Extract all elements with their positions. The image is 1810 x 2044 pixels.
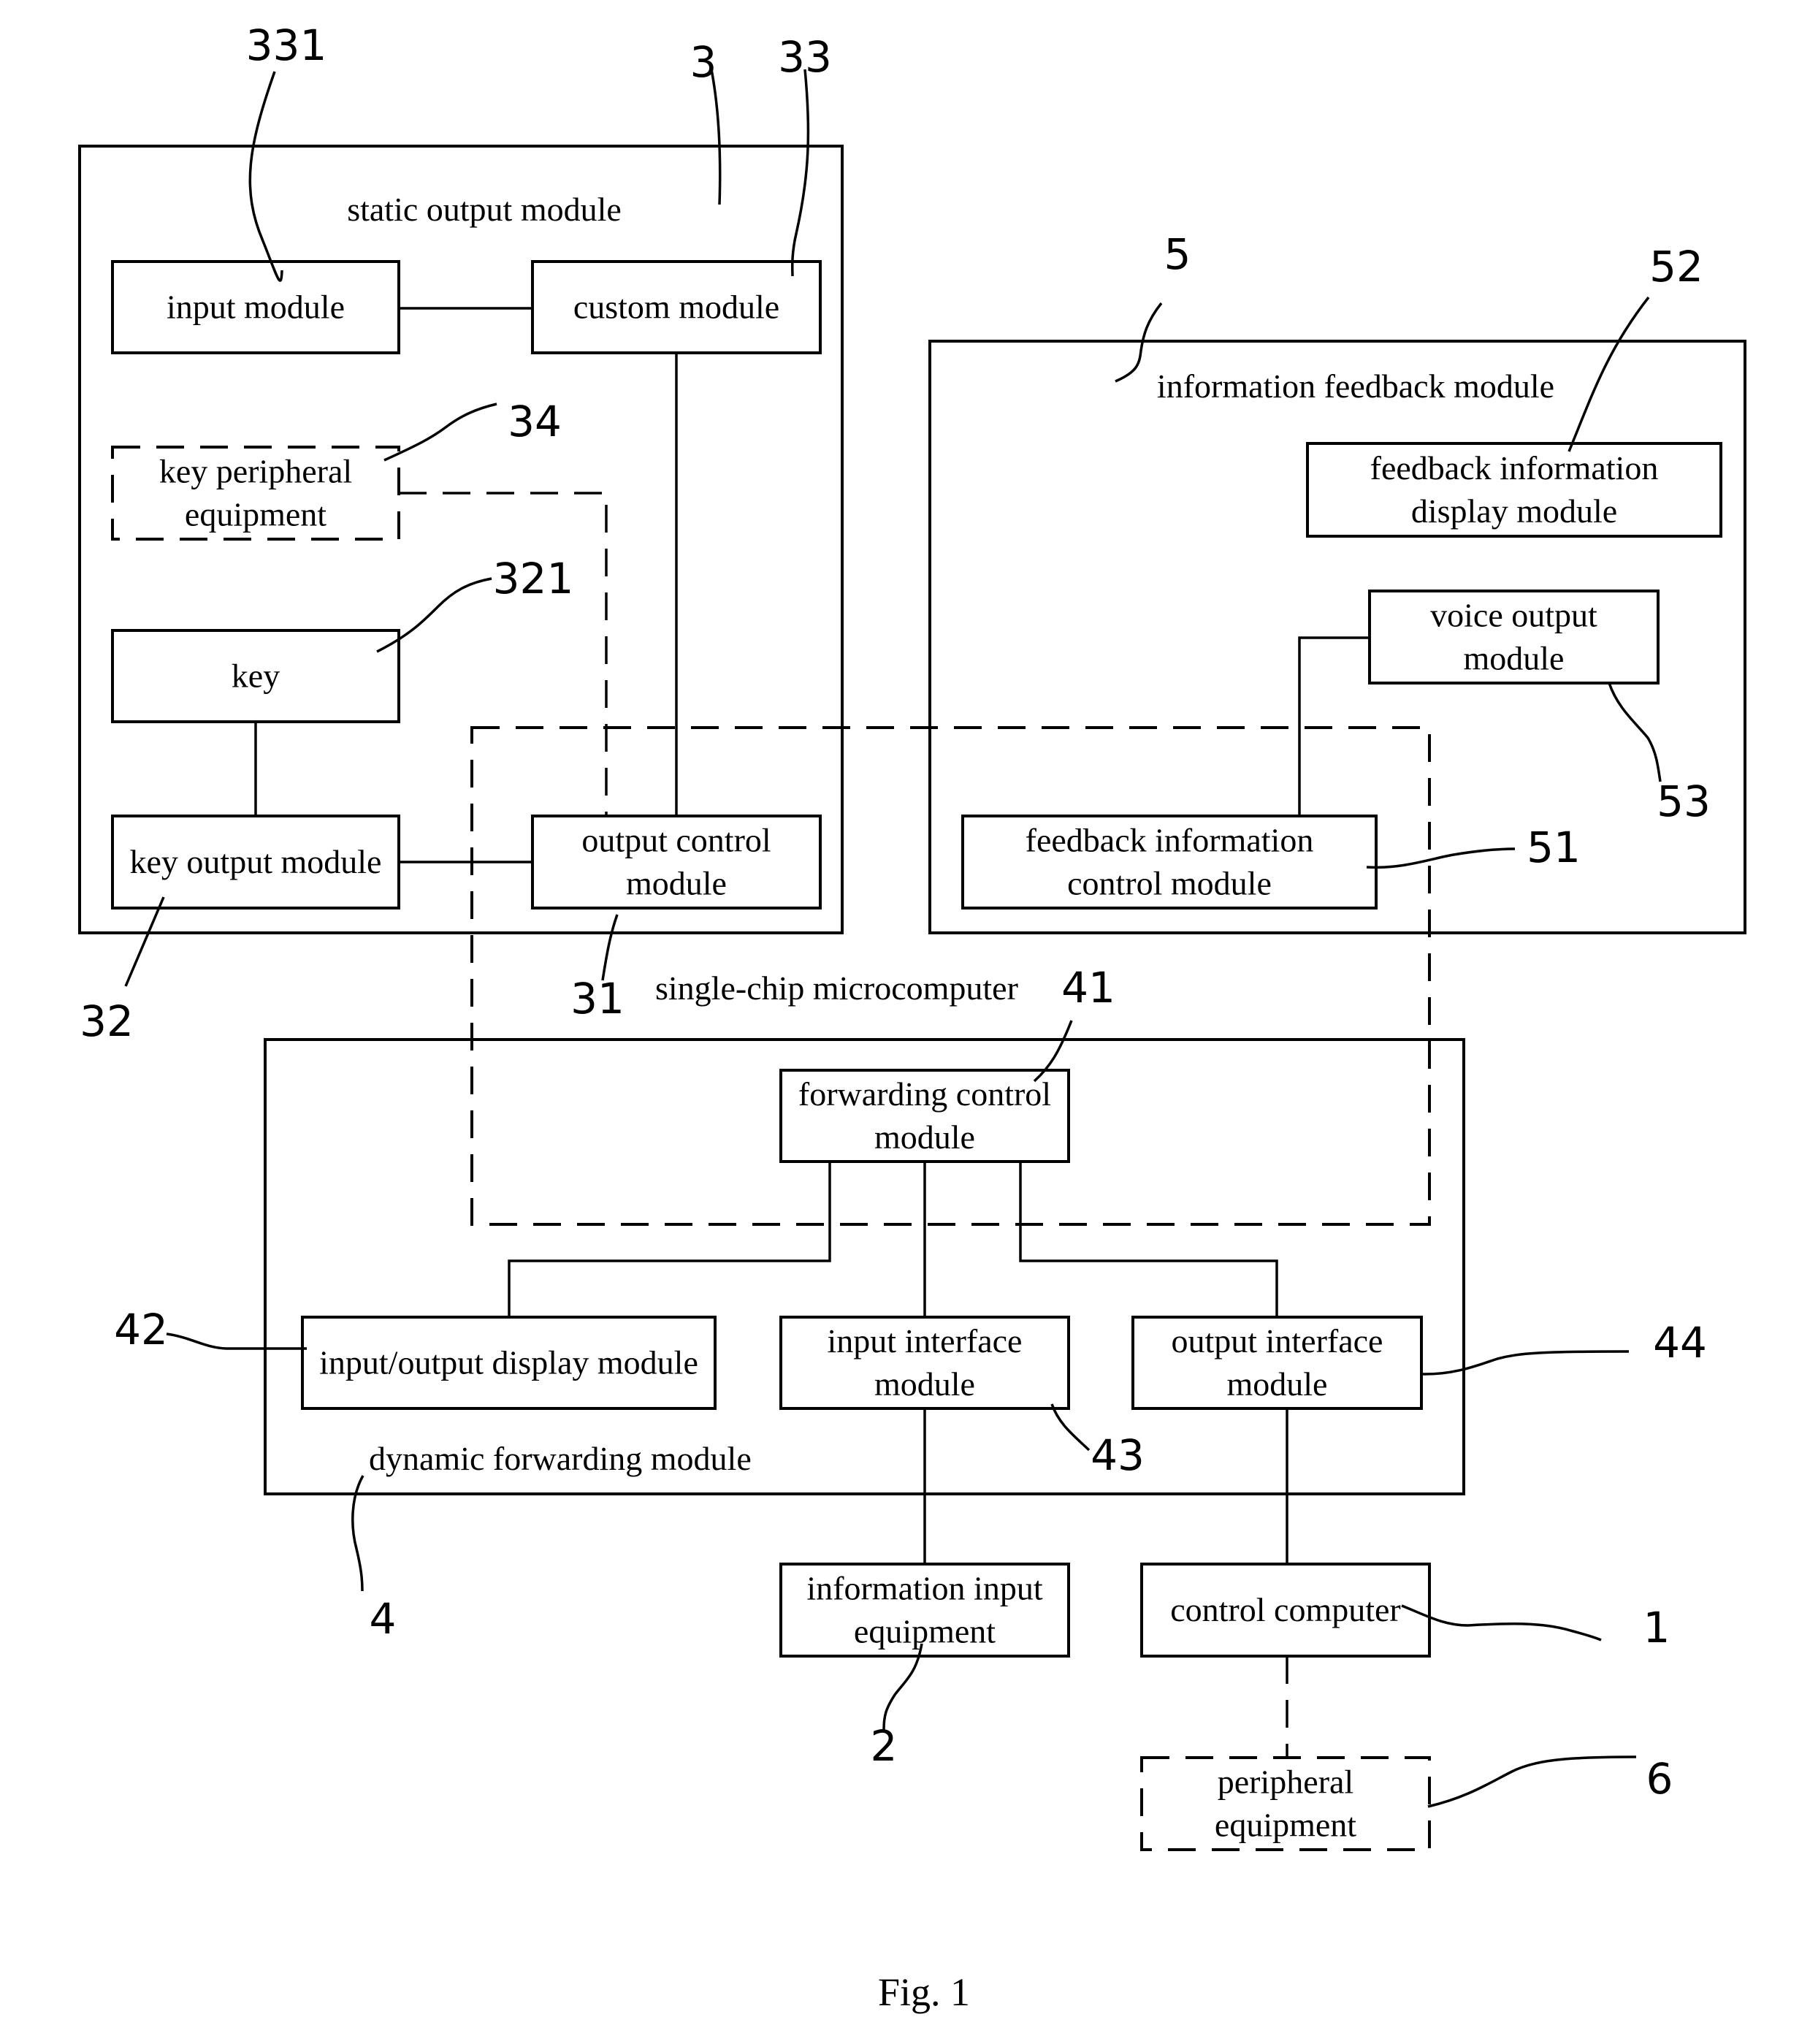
leader-1 — [1401, 1604, 1602, 1641]
feedback-information-control-block-label-line: feedback information — [1026, 822, 1314, 859]
control-computer-block-label-line: control computer — [1170, 1591, 1401, 1628]
feedback-information-control-block: feedback information control module — [961, 815, 1378, 909]
ref-1: 1 — [1643, 1603, 1670, 1652]
ref-53: 53 — [1657, 777, 1711, 826]
feedback-information-display-block: feedback information display module — [1306, 442, 1722, 538]
connector-forwarding-outputinterface — [1019, 1162, 1278, 1317]
leader-31 — [601, 914, 619, 981]
custom-module-block: custom module — [531, 260, 822, 354]
leader-53 — [1608, 682, 1662, 782]
output-control-module-block-label-line: module — [626, 865, 727, 902]
input-interface-module-block-label-line: module — [874, 1365, 975, 1403]
ref-6: 6 — [1646, 1754, 1673, 1804]
ref-43: 43 — [1091, 1430, 1145, 1480]
ref-331: 331 — [246, 20, 327, 70]
leader-34 — [383, 403, 497, 462]
ref-5: 5 — [1164, 229, 1191, 279]
custom-module-block-label-line: custom module — [573, 289, 779, 326]
key-block-label-line: key — [232, 657, 280, 695]
ref-3: 3 — [690, 37, 717, 87]
ref-52: 52 — [1649, 242, 1703, 291]
leader-42 — [166, 1332, 307, 1350]
leader-32 — [124, 896, 165, 987]
ref-31: 31 — [570, 974, 625, 1023]
block-diagram: static output module information feedbac… — [78, 20, 1746, 2014]
peripheral-equipment-block-label-line: equipment — [1215, 1807, 1356, 1844]
input-interface-module-block-label-line: input interface — [828, 1322, 1023, 1360]
ref-34: 34 — [508, 397, 562, 446]
leader-52 — [1567, 296, 1650, 452]
output-interface-module-block: output interface module — [1131, 1316, 1423, 1410]
leader-41 — [1033, 1020, 1073, 1083]
connector-forwarding-iodisplay — [508, 1162, 831, 1317]
static-output-module-label: static output module — [347, 191, 622, 228]
peripheral-equipment-block: peripheral equipment — [1140, 1756, 1431, 1851]
dynamic-forwarding-module-label: dynamic forwarding module — [369, 1440, 752, 1477]
voice-output-module-block-label-line: module — [1464, 640, 1565, 677]
ref-2: 2 — [871, 1721, 898, 1771]
feedback-information-control-block-label-line: control module — [1067, 865, 1272, 902]
ref-51: 51 — [1527, 823, 1581, 872]
feedback-information-display-block-label-line: display module — [1411, 492, 1617, 530]
connector-keyperipheral-outputcontrol — [399, 492, 608, 816]
ref-33: 33 — [778, 32, 832, 82]
output-interface-module-block-label-line: output interface — [1172, 1322, 1383, 1360]
key-output-module-block: key output module — [111, 815, 400, 909]
forwarding-control-module-block: forwarding control module — [779, 1069, 1070, 1163]
ref-321: 321 — [493, 554, 574, 603]
information-input-equipment-block: information input equipment — [779, 1563, 1070, 1658]
information-input-equipment-block-label-line: information input — [806, 1570, 1042, 1607]
leader-321 — [376, 577, 492, 653]
key-block: key — [111, 629, 400, 723]
forwarding-control-module-block-label-line: forwarding control — [798, 1075, 1051, 1113]
peripheral-equipment-block-label-line: peripheral — [1218, 1763, 1353, 1801]
output-interface-module-block-label-line: module — [1227, 1365, 1328, 1403]
figure-caption: Fig. 1 — [878, 1970, 970, 2014]
information-feedback-module-label: information feedback module — [1157, 367, 1554, 405]
input-interface-module-block: input interface module — [779, 1316, 1070, 1410]
input-output-display-module-block: input/output display module — [301, 1316, 717, 1410]
voice-output-module-block: voice output module — [1368, 590, 1660, 684]
single-chip-microcomputer-label: single-chip microcomputer — [655, 969, 1018, 1007]
ref-41: 41 — [1061, 963, 1115, 1013]
leader-33 — [790, 69, 810, 277]
leader-43 — [1050, 1403, 1091, 1452]
key-output-module-block-label-line: key output module — [130, 843, 382, 880]
leader-331 — [248, 71, 283, 282]
output-control-module-block: output control module — [531, 815, 822, 909]
forwarding-control-module-block-label-line: module — [874, 1118, 975, 1156]
ref-42: 42 — [114, 1305, 168, 1354]
leader-51 — [1366, 847, 1516, 869]
information-input-equipment-block-label-line: equipment — [854, 1613, 996, 1650]
key-peripheral-equipment-block-label-line: equipment — [185, 496, 327, 533]
ref-32: 32 — [80, 996, 134, 1046]
output-control-module-block-label-line: output control — [581, 822, 771, 859]
ref-44: 44 — [1653, 1318, 1707, 1368]
ref-4: 4 — [370, 1594, 397, 1644]
leader-44 — [1421, 1350, 1630, 1376]
key-peripheral-equipment-block-label-line: key peripheral — [159, 453, 352, 490]
input-module-block: input module — [111, 260, 400, 354]
feedback-information-display-block-label-line: feedback information — [1370, 449, 1659, 487]
voice-output-module-block-label-line: voice output — [1430, 597, 1597, 634]
input-module-block-label-line: input module — [167, 289, 345, 326]
control-computer-block: control computer — [1140, 1563, 1431, 1658]
leader-6 — [1427, 1755, 1637, 1808]
key-peripheral-equipment-block: key peripheral equipment — [111, 446, 400, 541]
input-output-display-module-block-label-line: input/output display module — [319, 1344, 698, 1381]
